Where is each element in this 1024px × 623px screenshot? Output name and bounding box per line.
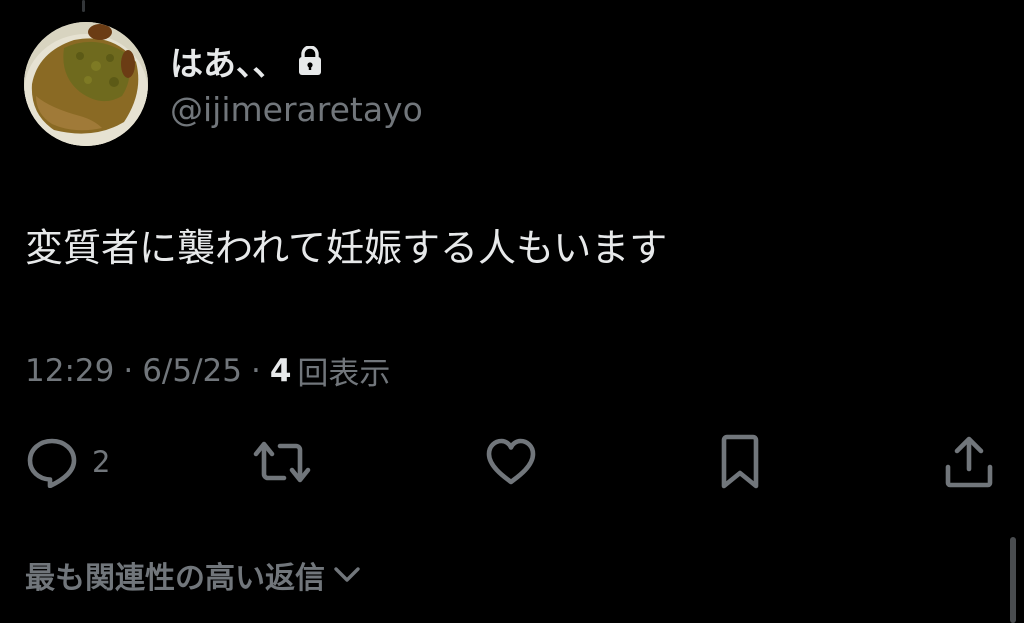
bookmark-button[interactable] [719, 434, 761, 490]
retweet-button[interactable] [252, 434, 312, 490]
author-display-name-row[interactable]: はあ、、 [170, 40, 322, 83]
scrollbar[interactable] [1010, 537, 1016, 623]
reply-count: 2 [92, 445, 111, 479]
author-handle[interactable]: @ijimeraretayo [170, 90, 423, 129]
tweet-date[interactable]: 6/5/25 [142, 353, 242, 389]
tweet-text: 変質者に襲われて妊娠する人もいます [25, 226, 668, 270]
reply-icon [26, 436, 78, 488]
tweet-actions: 2 [0, 434, 1024, 490]
views-label[interactable]: 回表示 [297, 348, 390, 393]
meta-separator: · [250, 352, 261, 389]
share-icon [944, 435, 994, 489]
tweet-time[interactable]: 12:29 [25, 353, 114, 389]
views-count[interactable]: 4 [270, 353, 292, 389]
bookmark-icon [719, 434, 761, 490]
share-button[interactable] [944, 434, 994, 490]
thread-connector-line [82, 0, 85, 12]
replies-sort-dropdown[interactable]: 最も関連性の高い返信 [25, 553, 361, 597]
retweet-icon [252, 436, 312, 488]
meta-separator: · [123, 352, 134, 389]
lock-icon [298, 46, 322, 76]
avatar[interactable] [24, 22, 148, 146]
tweet-meta: 12:29 · 6/5/25 · 4 回表示 [25, 348, 390, 393]
like-button[interactable] [485, 434, 537, 490]
replies-sort-label: 最も関連性の高い返信 [25, 561, 325, 596]
author-display-name: はあ、、 [170, 44, 286, 83]
avatar-image [24, 22, 148, 146]
chevron-down-icon [333, 565, 361, 585]
reply-button[interactable]: 2 [26, 434, 110, 490]
heart-icon [485, 438, 537, 486]
